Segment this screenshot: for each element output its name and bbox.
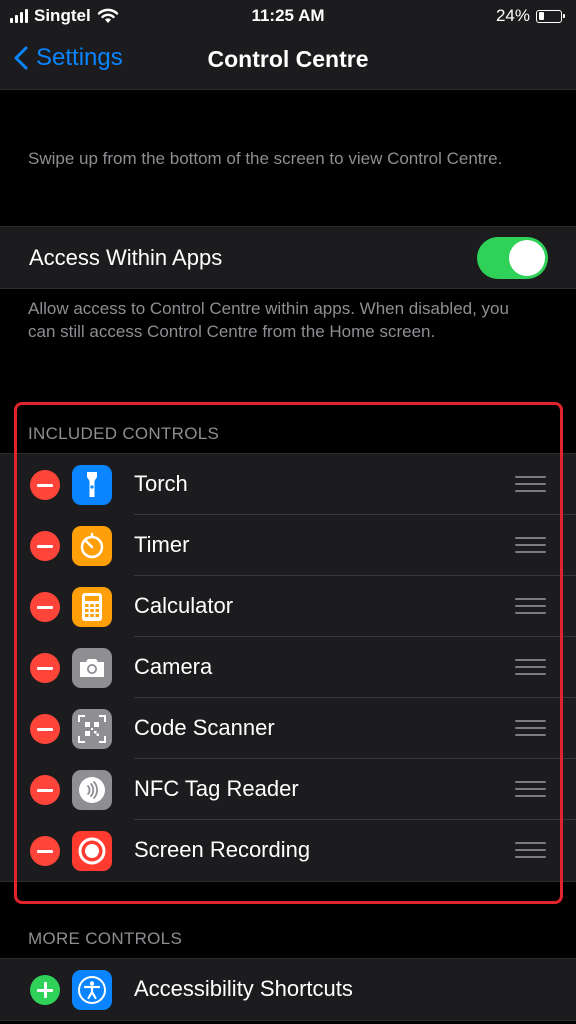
reorder-handle-icon[interactable] bbox=[515, 842, 546, 860]
included-controls-list: Torch Timer Calculator Camera Code Scanner NF… bbox=[0, 453, 576, 882]
battery-icon bbox=[536, 9, 565, 23]
minus-icon bbox=[37, 605, 53, 609]
reorder-handle-icon[interactable] bbox=[515, 598, 546, 616]
torch-icon bbox=[72, 465, 112, 505]
control-label: Torch bbox=[134, 471, 188, 496]
accessibility-icon bbox=[72, 970, 112, 1010]
reorder-handle-icon[interactable] bbox=[515, 659, 546, 677]
status-bar: Singtel 11:25 AM 24% bbox=[0, 0, 576, 32]
control-row-torch[interactable]: Torch bbox=[0, 454, 576, 515]
access-within-apps-label: Access Within Apps bbox=[29, 245, 223, 270]
minus-icon bbox=[37, 788, 53, 792]
qr-code-icon bbox=[72, 709, 112, 749]
remove-calculator-button[interactable] bbox=[30, 592, 60, 622]
minus-icon bbox=[37, 849, 53, 853]
control-label: Screen Recording bbox=[134, 837, 311, 862]
control-row-camera[interactable]: Camera bbox=[0, 637, 576, 698]
calculator-icon bbox=[72, 587, 112, 627]
remove-code-scanner-button[interactable] bbox=[30, 714, 60, 744]
control-row-code-scanner[interactable]: Code Scanner bbox=[0, 698, 576, 759]
minus-icon bbox=[37, 666, 53, 670]
more-controls-header: MORE CONTROLS bbox=[28, 929, 183, 948]
control-row-timer[interactable]: Timer bbox=[0, 515, 576, 576]
navigation-bar: Settings Control Centre bbox=[0, 32, 576, 90]
control-label: Camera bbox=[134, 654, 213, 679]
remove-screen-recording-button[interactable] bbox=[30, 836, 60, 866]
access-within-apps-description: Allow access to Control Centre within ap… bbox=[28, 299, 509, 341]
remove-camera-button[interactable] bbox=[30, 653, 60, 683]
nfc-icon bbox=[72, 770, 112, 810]
screen-recording-icon bbox=[72, 831, 112, 871]
control-label: Timer bbox=[134, 532, 190, 557]
control-label: Accessibility Shortcuts bbox=[134, 976, 353, 1001]
camera-icon bbox=[72, 648, 112, 688]
reorder-handle-icon[interactable] bbox=[515, 476, 546, 494]
battery-level bbox=[538, 12, 545, 20]
access-within-apps-toggle[interactable] bbox=[477, 237, 548, 279]
minus-icon bbox=[37, 544, 53, 548]
reorder-handle-icon[interactable] bbox=[515, 781, 546, 799]
more-controls-list: Accessibility Shortcuts bbox=[0, 958, 576, 1021]
toggle-knob bbox=[509, 240, 545, 276]
battery-percentage: 24% bbox=[495, 6, 530, 25]
access-within-apps-row: Access Within Apps bbox=[0, 226, 576, 289]
remove-nfc-tag-reader-button[interactable] bbox=[30, 775, 60, 805]
timer-icon bbox=[72, 526, 112, 566]
control-label: NFC Tag Reader bbox=[134, 776, 299, 801]
included-controls-header: INCLUDED CONTROLS bbox=[28, 424, 220, 443]
control-row-screen-recording[interactable]: Screen Recording bbox=[0, 820, 576, 881]
control-row-nfc-tag-reader[interactable]: NFC Tag Reader bbox=[0, 759, 576, 820]
control-label: Code Scanner bbox=[134, 715, 275, 740]
remove-timer-button[interactable] bbox=[30, 531, 60, 561]
control-row-calculator[interactable]: Calculator bbox=[0, 576, 576, 637]
control-label: Calculator bbox=[134, 593, 234, 618]
status-time: 11:25 AM bbox=[251, 6, 325, 25]
intro-text: Swipe up from the bottom of the screen t… bbox=[28, 149, 503, 168]
reorder-handle-icon[interactable] bbox=[515, 537, 546, 555]
minus-icon bbox=[37, 483, 53, 487]
reorder-handle-icon[interactable] bbox=[515, 720, 546, 738]
page-title: Control Centre bbox=[207, 46, 369, 72]
add-accessibility-shortcuts-button[interactable] bbox=[30, 975, 60, 1005]
remove-torch-button[interactable] bbox=[30, 470, 60, 500]
control-row-accessibility-shortcuts[interactable]: Accessibility Shortcuts bbox=[0, 959, 576, 1020]
minus-icon bbox=[37, 727, 53, 731]
